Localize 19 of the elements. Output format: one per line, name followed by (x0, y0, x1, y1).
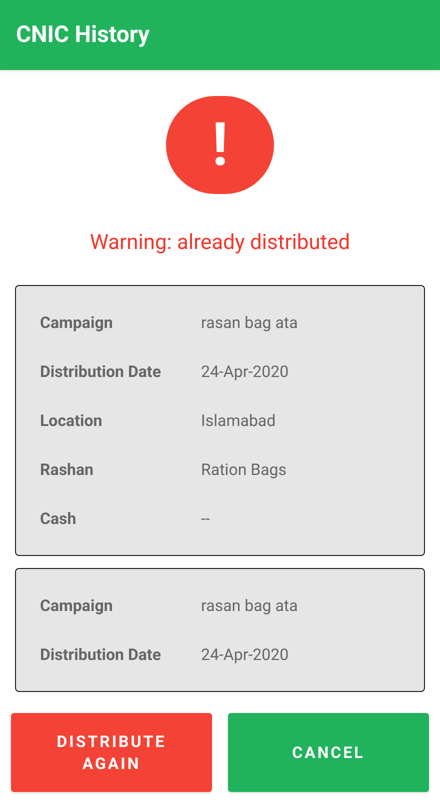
distribute-again-button[interactable]: DISTRIBUTE AGAIN (11, 713, 212, 792)
field-value: 24-Apr-2020 (201, 360, 289, 382)
field-value: -- (201, 508, 210, 530)
field-value: rasan bag ata (201, 312, 298, 334)
field-value: 24-Apr-2020 (201, 644, 289, 666)
field-label: Campaign (40, 594, 114, 616)
field-value: Islamabad (201, 410, 276, 432)
field-label: Distribution Date (40, 360, 162, 382)
field-label: Cash (40, 508, 78, 530)
field-label: Location (40, 410, 104, 432)
cancel-button[interactable]: CANCEL (228, 713, 429, 792)
field-label: Distribution Date (40, 644, 162, 666)
field-label: Campaign (40, 312, 114, 334)
field-value: Ration Bags (201, 458, 287, 480)
field-value: rasan bag ata (201, 594, 298, 616)
app-bar-title: CNIC History (16, 20, 150, 50)
warning-message: Warning: already distributed (90, 230, 350, 256)
warning-icon: ! (166, 96, 274, 194)
field-label: Rashan (40, 458, 95, 480)
